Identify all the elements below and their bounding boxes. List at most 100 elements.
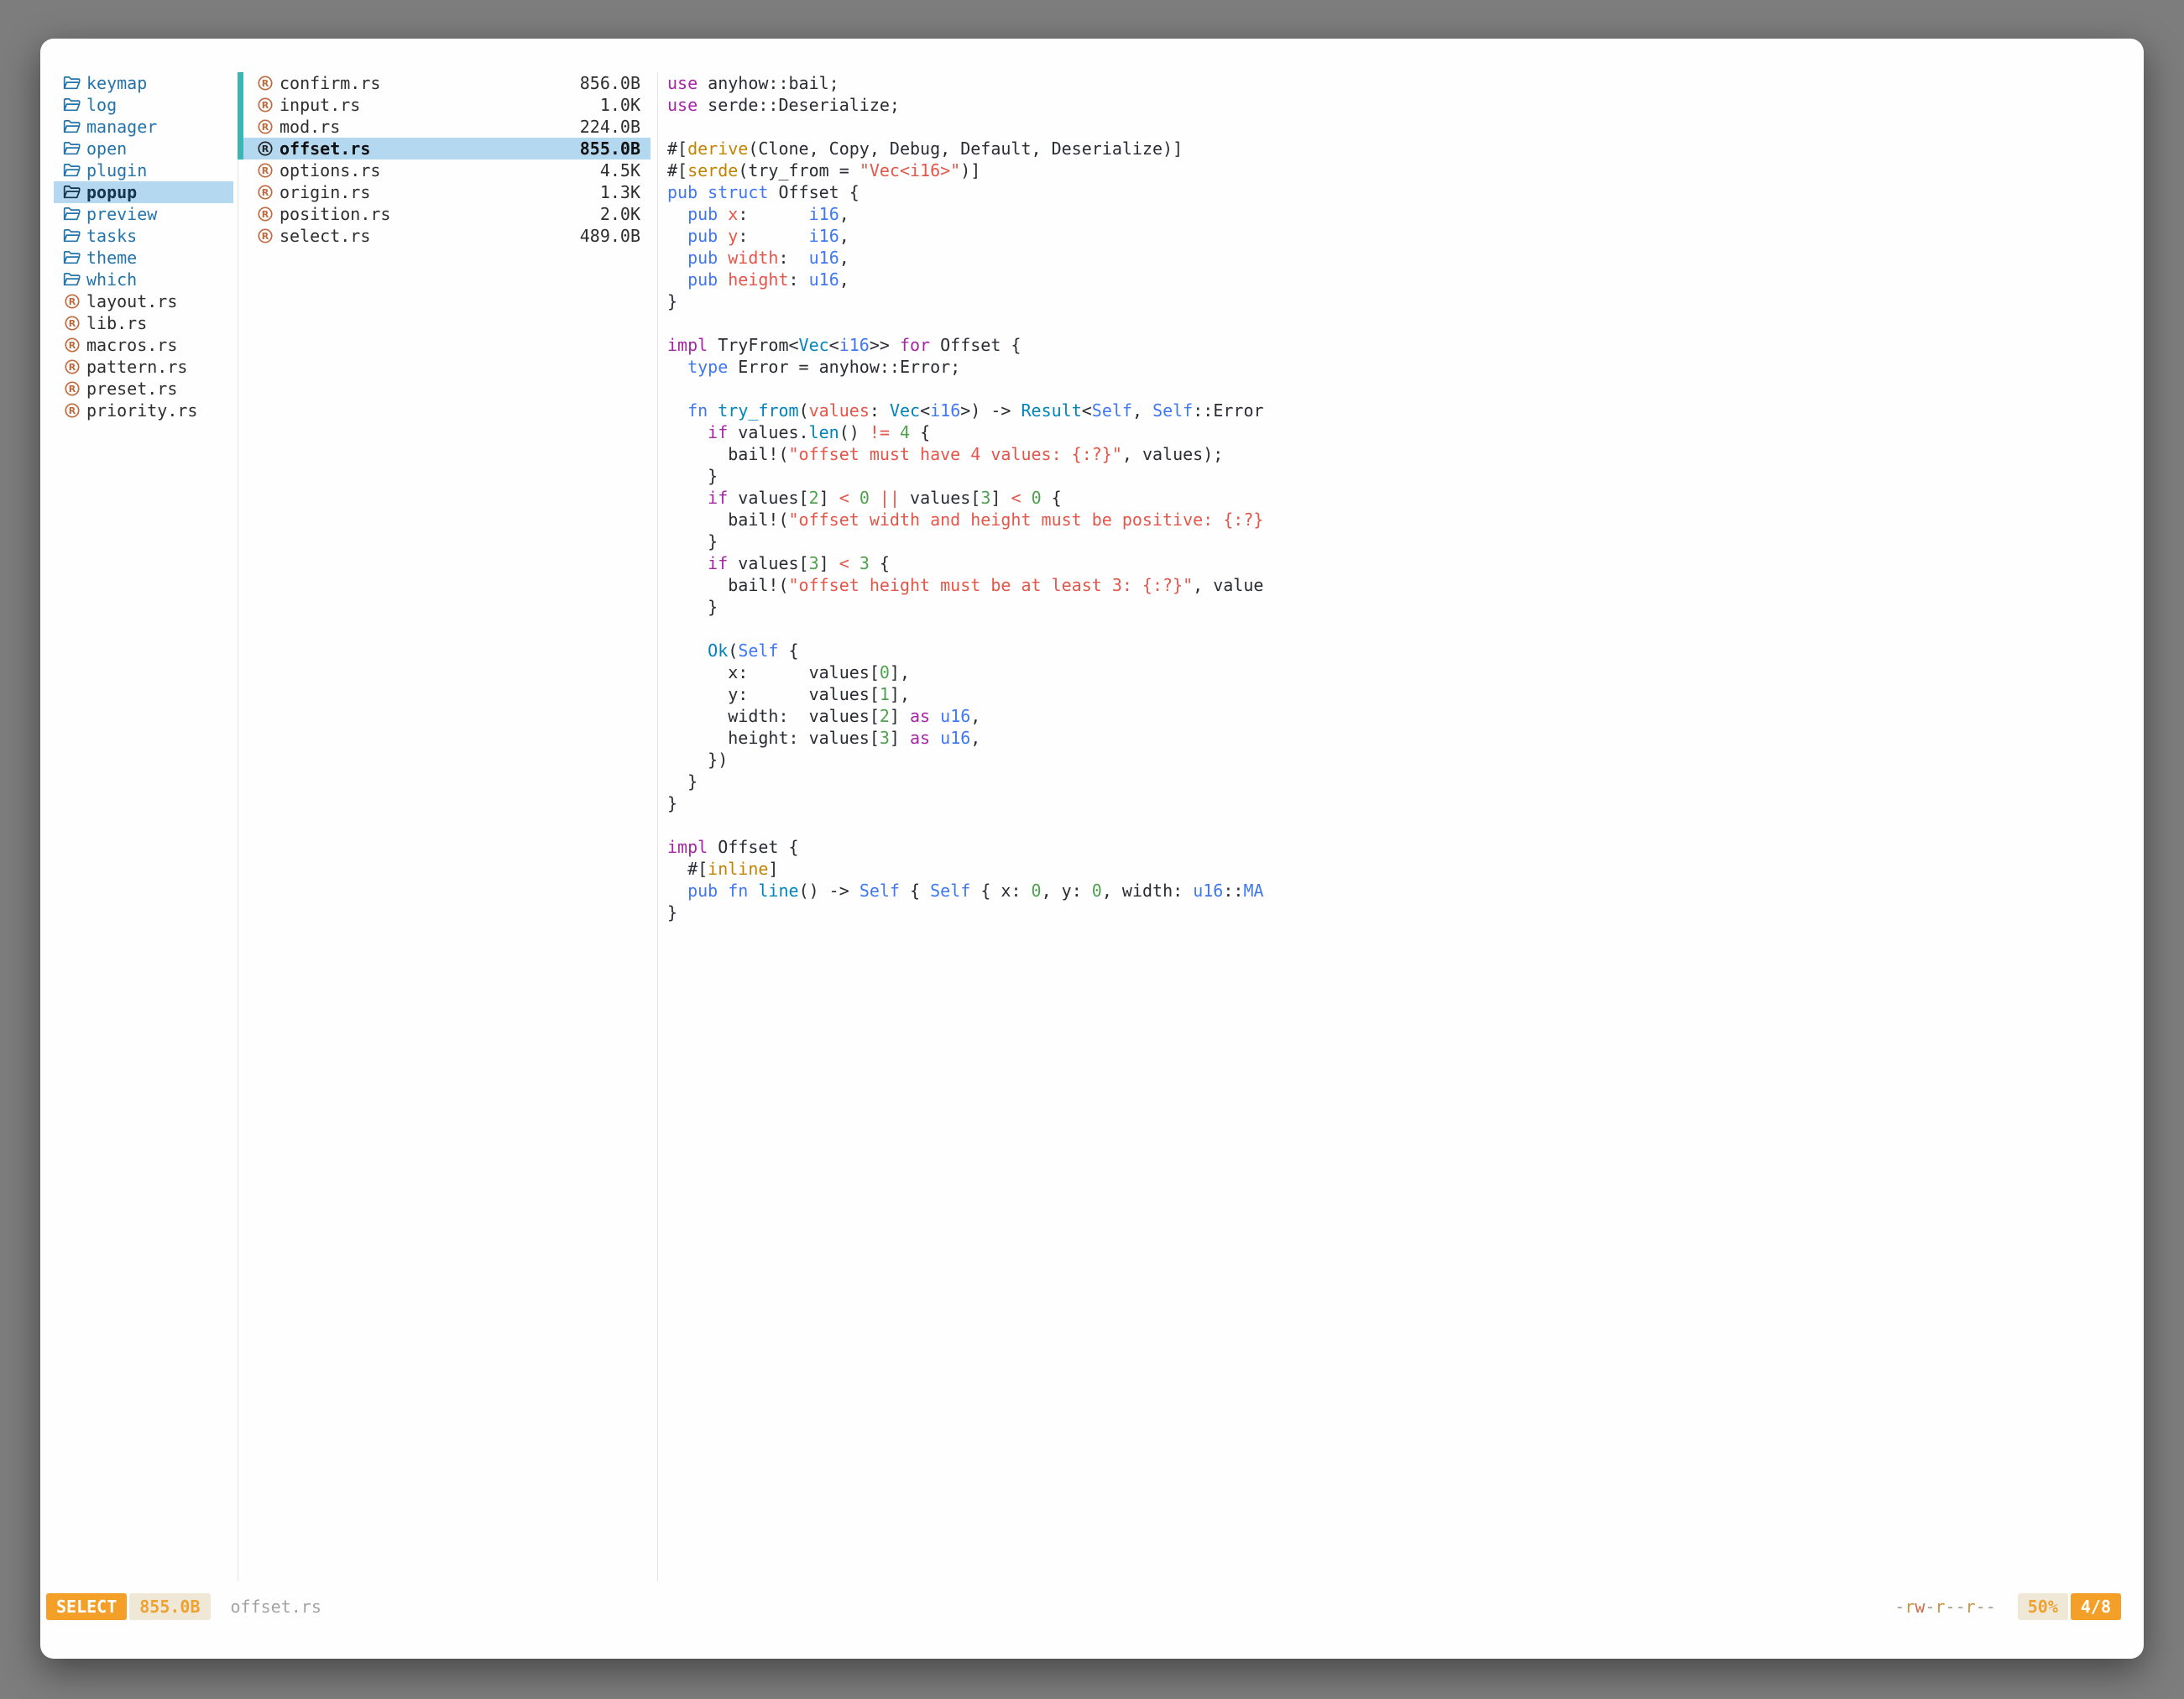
code-line: height: values[3] as u16, [667,727,2130,749]
folder-icon [63,97,81,114]
sidebar-item-manager[interactable]: manager [54,116,233,138]
code-line [667,618,2130,640]
file-size: 855.0B [580,138,640,159]
sidebar-item-label: lib.rs [86,312,147,334]
file-row-select-rs[interactable]: Rselect.rs489.0B [243,225,650,247]
svg-text:R: R [261,209,269,220]
status-bar: SELECT 855.0B offset.rs -rw-r--r-- 50% 4… [46,1593,2121,1620]
code-line: if values[2] < 0 || values[3] < 0 { [667,487,2130,509]
sidebar-item-macros-rs[interactable]: Rmacros.rs [54,334,233,356]
file-name: origin.rs [280,181,370,203]
sidebar-item-label: manager [86,116,157,138]
rust-file-icon: R [256,118,274,136]
code-line: pub width: u16, [667,247,2130,269]
selection-marker [238,72,243,159]
pane-separator-middle [657,72,658,1581]
rust-file-icon: R [256,206,274,223]
sidebar-item-preset-rs[interactable]: Rpreset.rs [54,378,233,400]
code-line: pub y: i16, [667,225,2130,247]
code-line: pub struct Offset { [667,181,2130,203]
sidebar-item-label: pattern.rs [86,356,187,378]
code-line: x: values[0], [667,661,2130,683]
rust-file-icon: R [63,315,81,332]
file-row-mod-rs[interactable]: Rmod.rs 224.0B [243,116,650,138]
code-line [667,814,2130,836]
rust-file-icon: R [256,140,274,158]
folder-icon [63,140,81,158]
sidebar-item-open[interactable]: open [54,138,233,159]
sidebar-item-which[interactable]: which [54,269,233,290]
code-line: #[serde(try_from = "Vec<i16>")] [667,159,2130,181]
sidebar-item-label: keymap [86,72,147,94]
file-name: confirm.rs [280,72,380,94]
code-line: type Error = anyhow::Error; [667,356,2130,378]
sidebar-item-label: theme [86,247,137,269]
svg-text:R: R [68,296,76,307]
folder-icon [63,184,81,201]
code-line: if values.len() != 4 { [667,421,2130,443]
code-line: impl Offset { [667,836,2130,858]
svg-text:R: R [68,318,76,329]
folder-icon [63,249,81,267]
folder-icon [63,75,81,92]
code-line: y: values[1], [667,683,2130,705]
sidebar-item-theme[interactable]: theme [54,247,233,269]
file-size: 4.5K [600,159,640,181]
file-name: mod.rs [280,116,340,138]
code-line [667,312,2130,334]
rust-file-icon: R [63,337,81,354]
sidebar-item-lib-rs[interactable]: Rlib.rs [54,312,233,334]
code-line: #[derive(Clone, Copy, Debug, Default, De… [667,138,2130,159]
svg-text:R: R [261,144,269,154]
sidebar-item-keymap[interactable]: keymap [54,72,233,94]
code-line: } [667,465,2130,487]
file-row-offset-rs[interactable]: Roffset.rs855.0B [243,138,650,159]
cursor-position-badge: 4/8 [2071,1593,2121,1620]
folder-icon [63,162,81,180]
code-line: }) [667,749,2130,771]
sidebar-item-label: macros.rs [86,334,177,356]
folder-icon [63,271,81,289]
sidebar-item-label: popup [86,181,137,203]
sidebar-item-log[interactable]: log [54,94,233,116]
rust-file-icon: R [256,227,274,245]
status-filename: offset.rs [231,1597,321,1617]
sidebar-item-label: tasks [86,225,137,247]
file-row-options-rs[interactable]: Roptions.rs4.5K [243,159,650,181]
rust-file-icon: R [63,380,81,398]
code-line [667,378,2130,400]
sidebar-item-preview[interactable]: preview [54,203,233,225]
code-line: use anyhow::bail; [667,72,2130,94]
sidebar-item-layout-rs[interactable]: Rlayout.rs [54,290,233,312]
svg-text:R: R [261,78,269,89]
svg-text:R: R [261,100,269,111]
code-line: width: values[2] as u16, [667,705,2130,727]
sidebar-item-pattern-rs[interactable]: Rpattern.rs [54,356,233,378]
sidebar-item-plugin[interactable]: plugin [54,159,233,181]
code-line: } [667,902,2130,923]
file-size: 224.0B [580,116,640,138]
file-row-input-rs[interactable]: Rinput.rs1.0K [243,94,650,116]
file-row-confirm-rs[interactable]: Rconfirm.rs 856.0B [243,72,650,94]
code-line: } [667,290,2130,312]
sidebar-item-popup[interactable]: popup [54,181,233,203]
sidebar-item-priority-rs[interactable]: Rpriority.rs [54,400,233,421]
file-size: 1.3K [600,181,640,203]
sidebar-item-tasks[interactable]: tasks [54,225,233,247]
rust-file-icon: R [63,402,81,420]
code-line: pub fn line() -> Self { Self { x: 0, y: … [667,880,2130,902]
file-name: input.rs [280,94,360,116]
file-row-origin-rs[interactable]: Rorigin.rs1.3K [243,181,650,203]
code-line: #[inline] [667,858,2130,880]
svg-text:R: R [68,362,76,373]
code-line: Ok(Self { [667,640,2130,661]
file-row-position-rs[interactable]: Rposition.rs2.0K [243,203,650,225]
file-size-badge: 855.0B [129,1593,210,1620]
code-line: impl TryFrom<Vec<i16>> for Offset { [667,334,2130,356]
file-size: 856.0B [580,72,640,94]
code-line: } [667,771,2130,792]
code-line: } [667,596,2130,618]
file-manager-window: keymaplogmanageropenpluginpopuppreviewta… [40,39,2144,1659]
code-line [667,116,2130,138]
sidebar-item-label: preview [86,203,157,225]
